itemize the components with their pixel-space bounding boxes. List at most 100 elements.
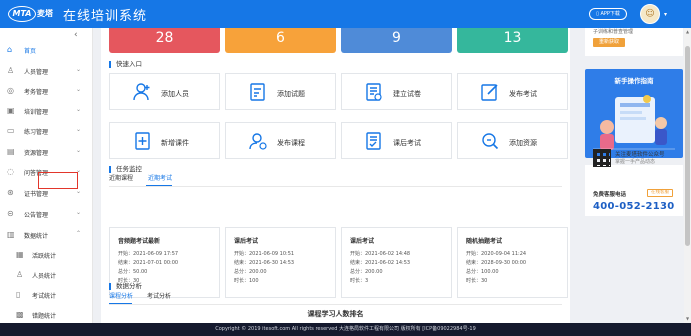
scrollbar-thumb[interactable]	[685, 46, 690, 246]
quick-card-label: 添加人员	[161, 90, 189, 98]
app-download-button[interactable]: ▯ APP下载	[589, 8, 627, 20]
sidebar-item-statistics[interactable]: ▥ 数据统计 ⌃	[0, 225, 93, 245]
task-score: 总分：100.00	[466, 269, 499, 275]
add-question-icon	[250, 83, 265, 101]
caret-down-icon[interactable]: ▾	[664, 11, 667, 18]
task-score: 总分：50.00	[118, 269, 148, 275]
quick-card-label: 发布课程	[277, 139, 305, 147]
person-icon: ♙	[16, 270, 24, 279]
sidebar-item-resources[interactable]: ▤ 资源管理 ⌄	[0, 142, 93, 162]
task-card[interactable]: 课后考试 开始：2021-06-02 14:48 结束：2021-06-02 1…	[341, 227, 452, 298]
task-card[interactable]: 随机抽题考试 开始：2020-09-04 11:24 结束：2028-09-30…	[457, 227, 568, 298]
tab-course-analysis[interactable]: 课程分析	[109, 291, 133, 303]
quick-create-paper[interactable]: 建立试卷	[341, 73, 452, 110]
sidebar-subitem-exams[interactable]: ▯ 考试统计	[0, 285, 93, 305]
publish-course-icon	[249, 133, 267, 150]
qa-icon: ◌	[7, 167, 14, 176]
guide-banner[interactable]: 新手操作指南	[585, 69, 683, 158]
add-user-icon	[133, 83, 150, 101]
sidebar-item-label: 首页	[24, 48, 37, 55]
stat-card[interactable]: 13	[457, 28, 568, 53]
sidebar-subitem-label: 错题统计	[32, 313, 57, 320]
info-card: 子训练和普查管理 重新获取	[585, 28, 683, 56]
sidebar-subitem-wrong-questions[interactable]: ▩ 错题统计	[0, 305, 93, 325]
refresh-button[interactable]: 重新获取	[593, 38, 625, 47]
quick-card-label: 添加资源	[509, 139, 537, 147]
wechat-line1: 关注麦塔软件公众号	[615, 152, 665, 158]
collapse-sidebar-icon[interactable]: ‹	[74, 30, 78, 40]
quick-card-label: 添加试题	[277, 90, 305, 98]
sidebar-item-training[interactable]: ▣ 培训管理 ⌄	[0, 101, 93, 121]
quick-entry-title: 快速入口	[109, 61, 142, 68]
phone-icon: ▯	[596, 11, 599, 17]
logo-mark: MTA	[8, 6, 36, 22]
activity-icon: ▦	[16, 250, 24, 259]
quick-add-user[interactable]: 添加人员	[109, 73, 220, 110]
quick-card-label: 新增课件	[161, 139, 189, 147]
guide-title: 新手操作指南	[614, 77, 654, 85]
sidebar-item-label: 培训管理	[24, 109, 49, 116]
scroll-down-icon[interactable]: ▼	[684, 316, 691, 321]
document-icon: ▯	[16, 290, 21, 299]
sidebar-item-home[interactable]: ⌂ 首页	[0, 40, 93, 60]
task-monitor-title: 任务监控	[109, 166, 142, 173]
quick-card-label: 建立试卷	[393, 90, 421, 98]
scroll-up-icon[interactable]: ▲	[684, 29, 691, 34]
logo: MTA 麦塔	[8, 5, 54, 23]
quick-post-course-exam[interactable]: 课后考试	[341, 122, 452, 159]
user-icon: ♙	[7, 66, 15, 75]
tab-divider	[109, 186, 562, 187]
sidebar-subitem-label: 考试统计	[32, 293, 57, 300]
task-start: 开始：2021-06-09 10:51	[234, 251, 295, 257]
data-analysis-title: 数据分析	[109, 283, 142, 290]
practice-icon: ▭	[7, 126, 15, 135]
add-courseware-icon	[135, 132, 150, 150]
resource-icon: ▤	[7, 147, 15, 156]
active-tab-indicator	[109, 303, 132, 304]
quick-add-question[interactable]: 添加试题	[225, 73, 336, 110]
sidebar-subitem-personnel[interactable]: ♙ 人员统计	[0, 265, 93, 285]
chevron-down-icon: ⌄	[76, 86, 82, 93]
task-duration: 时长：100	[234, 278, 259, 284]
create-paper-icon	[366, 83, 382, 101]
quick-publish-course[interactable]: 发布课程	[225, 122, 336, 159]
chevron-down-icon: ⌄	[76, 147, 82, 154]
sidebar-subitem-activity[interactable]: ▦ 活跃统计	[0, 245, 93, 265]
task-end: 结束：2021-07-01 00:00	[118, 260, 179, 266]
logo-name: 麦塔	[37, 9, 53, 18]
online-service-badge[interactable]: 在线客服	[647, 189, 673, 197]
tab-recent-courses[interactable]: 近期课程	[109, 173, 133, 185]
task-start: 开始：2021-06-02 14:48	[350, 251, 411, 257]
stat-card[interactable]: 9	[341, 28, 452, 53]
app-title: 在线培训系统	[63, 9, 148, 24]
right-panel: 子训练和普查管理 重新获取 新手操作指南 关注麦塔软件公众号 掌握一手产品动态 …	[585, 28, 683, 323]
task-card[interactable]: 课后考试 开始：2021-06-09 10:51 结束：2021-06-30 1…	[225, 227, 336, 298]
chart-heading: 课程学习人数排名	[307, 310, 364, 318]
sidebar-item-exam-affairs[interactable]: ◎ 考务管理 ⌄	[0, 81, 93, 101]
hotline-label: 免费客服电话	[593, 192, 627, 198]
tab-exam-analysis[interactable]: 考试分析	[147, 291, 171, 303]
sidebar-item-users[interactable]: ♙ 人员管理 ⌄	[0, 61, 93, 81]
add-resource-icon	[482, 133, 499, 150]
chevron-down-icon: ⌄	[76, 188, 82, 195]
publish-exam-icon	[481, 84, 498, 101]
quick-publish-exam[interactable]: 发布考试	[457, 73, 568, 110]
sidebar-item-practice[interactable]: ▭ 练习管理 ⌄	[0, 121, 93, 141]
sidebar-item-label: 资源管理	[24, 150, 49, 157]
chevron-down-icon: ⌄	[76, 126, 82, 133]
sidebar-item-announcements[interactable]: ⊝ 公告管理 ⌄	[0, 204, 93, 224]
quick-add-courseware[interactable]: 新增课件	[109, 122, 220, 159]
user-avatar[interactable]: ☺	[640, 4, 660, 24]
highlight-box	[38, 172, 78, 189]
stat-card[interactable]: 28	[109, 28, 220, 53]
guide-illustration	[593, 95, 675, 150]
task-name: 音频题考试最新	[118, 238, 161, 245]
stat-card[interactable]: 6	[225, 28, 336, 53]
sidebar-item-label: 公告管理	[24, 212, 49, 219]
tab-recent-exams[interactable]: 近期考试	[148, 173, 172, 185]
task-score: 总分：200.00	[350, 269, 383, 275]
error-icon: ▩	[16, 310, 24, 319]
quick-add-resource[interactable]: 添加资源	[457, 122, 568, 159]
quick-card-label: 发布考试	[509, 90, 537, 98]
task-start: 开始：2021-06-09 17:57	[118, 251, 179, 257]
